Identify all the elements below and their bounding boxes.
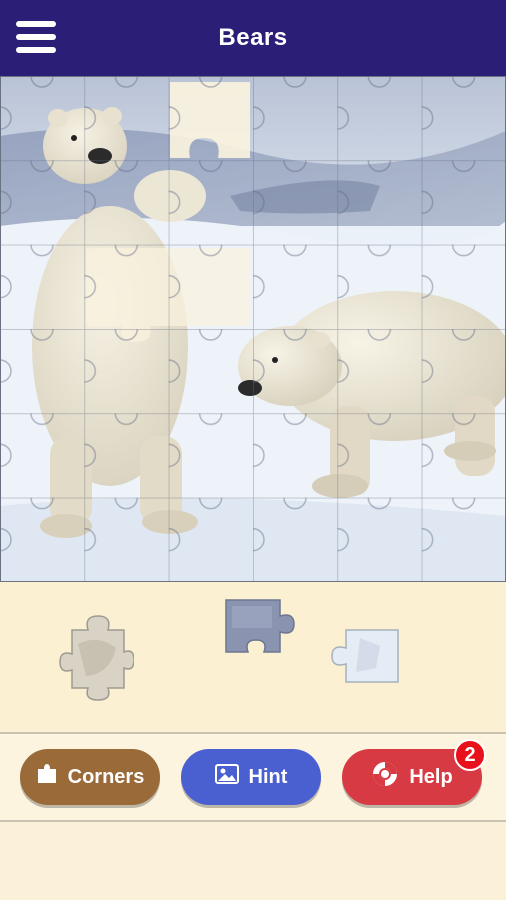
loose-piece[interactable] — [330, 628, 402, 684]
help-badge: 2 — [454, 739, 486, 771]
hint-label: Hint — [248, 765, 288, 788]
puzzle-image — [0, 76, 506, 582]
lifebuoy-icon — [371, 760, 399, 794]
help-label: Help — [409, 765, 453, 788]
hint-button[interactable]: Hint — [181, 749, 321, 805]
piece-tray — [0, 582, 506, 732]
image-icon — [214, 764, 239, 790]
loose-piece[interactable] — [224, 598, 296, 654]
puzzle-board[interactable] — [0, 76, 506, 582]
hamburger-menu-icon[interactable] — [16, 21, 58, 55]
button-bar: Corners Hint Help — [0, 734, 506, 820]
page-title: Bears — [218, 24, 288, 51]
bottom-area — [0, 822, 506, 900]
corners-label: Corners — [67, 765, 145, 788]
corner-piece-icon — [36, 763, 58, 791]
corners-button[interactable]: Corners — [20, 749, 160, 805]
top-bar: Bears — [0, 0, 506, 76]
loose-piece[interactable] — [58, 614, 134, 702]
